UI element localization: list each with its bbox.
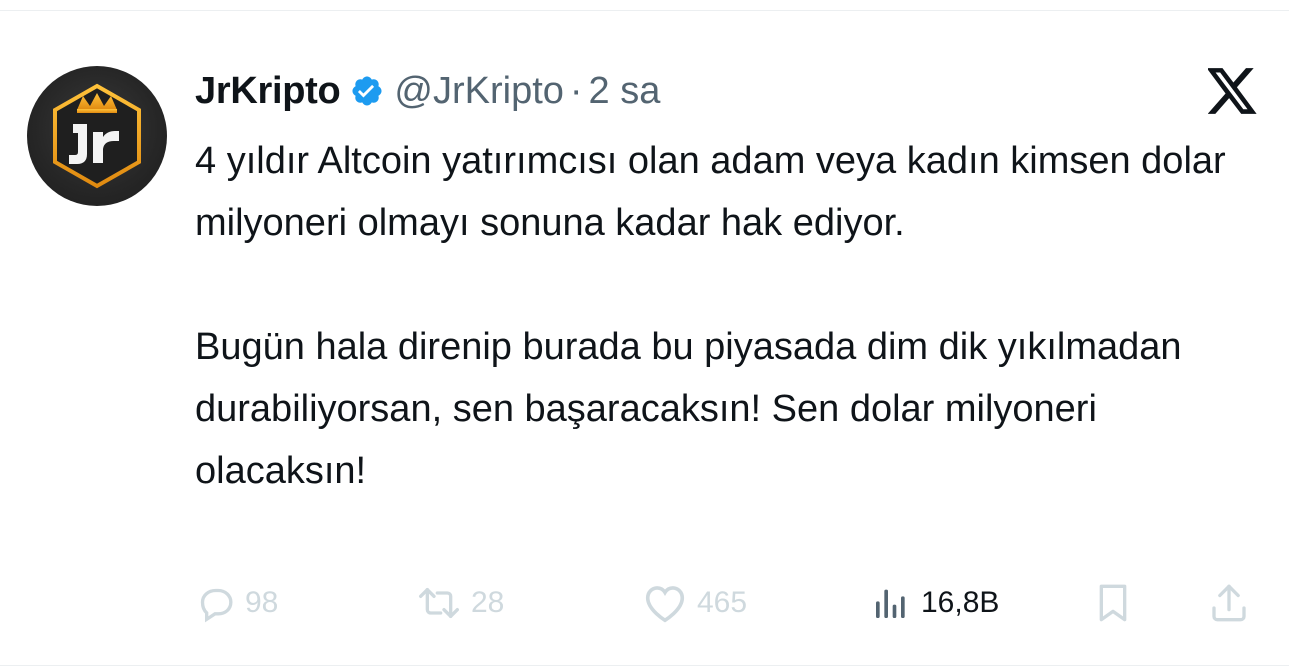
jr-crown-logo-icon: [53, 83, 141, 189]
views-button[interactable]: 16,8B: [871, 575, 999, 631]
bar-chart-icon: [876, 589, 905, 618]
view-count: 16,8B: [921, 586, 1000, 619]
reply-button[interactable]: 98: [195, 575, 278, 631]
tweet-text: 4 yıldır Altcoin yatırımcısı olan adam v…: [195, 130, 1255, 502]
display-name[interactable]: JrKripto: [195, 70, 341, 113]
action-bar: 98 28 465 16,8B: [195, 575, 1265, 631]
tweet-header: JrKripto @JrKripto · 2 sa: [195, 66, 660, 116]
user-handle[interactable]: @JrKripto: [394, 70, 564, 113]
retweet-button[interactable]: 28: [417, 575, 504, 631]
tweet-card: JrKripto @JrKripto · 2 sa 4 yıldır Altco…: [0, 0, 1289, 668]
reply-count: 98: [245, 586, 279, 619]
like-count: 465: [697, 586, 748, 619]
avatar[interactable]: [27, 66, 167, 206]
share-icon: [1212, 584, 1246, 622]
tweet-paragraph: 4 yıldır Altcoin yatırımcısı olan adam v…: [195, 140, 1226, 244]
divider-top: [0, 10, 1289, 11]
retweet-icon: [418, 588, 459, 618]
divider-bottom: [0, 665, 1289, 666]
share-button[interactable]: [1209, 575, 1249, 631]
bookmark-button[interactable]: [1093, 575, 1133, 631]
x-logo-icon[interactable]: [1206, 68, 1258, 114]
like-button[interactable]: 465: [643, 575, 747, 631]
retweet-count: 28: [471, 586, 505, 619]
separator-dot: ·: [569, 69, 583, 112]
bookmark-icon: [1099, 584, 1127, 622]
tweet-paragraph: Bugün hala direnip burada bu piyasada di…: [195, 326, 1182, 492]
reply-icon: [200, 588, 233, 623]
heart-icon: [645, 586, 685, 623]
timestamp[interactable]: 2 sa: [589, 70, 661, 113]
verified-badge-icon: [350, 74, 384, 108]
